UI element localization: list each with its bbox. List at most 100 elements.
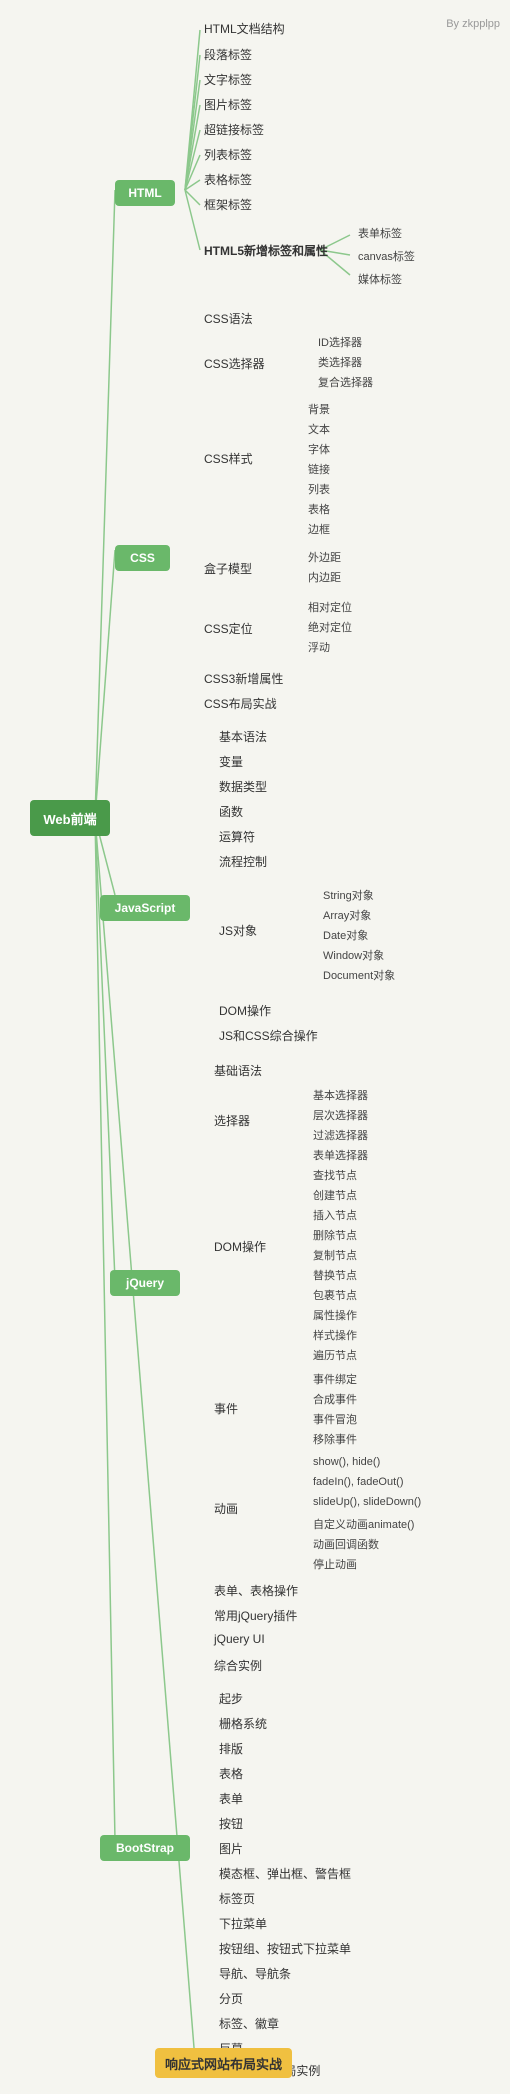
css-box-1: 内边距	[305, 568, 344, 586]
css-item-0: CSS语法	[200, 308, 257, 329]
jq-dom-3: 删除节点	[310, 1226, 360, 1244]
html-node: HTML	[115, 180, 175, 206]
css-pos-1: 绝对定位	[305, 618, 355, 636]
jq-anim-5: 停止动画	[310, 1555, 360, 1573]
css-sel-2: 复合选择器	[315, 373, 376, 391]
css-item-1: CSS选择器	[200, 353, 269, 374]
bs-item-6: 图片	[215, 1838, 247, 1859]
jq-sel-1: 层次选择器	[310, 1106, 371, 1124]
jq-dom-1: 创建节点	[310, 1186, 360, 1204]
html-sub-2: 媒体标签	[355, 270, 405, 288]
js-obj-1: Array对象	[320, 906, 374, 924]
bottom-node: 响应式网站布局实战	[155, 2048, 292, 2078]
jq-anim-3: 自定义动画animate()	[310, 1515, 417, 1533]
css-sel-0: ID选择器	[315, 333, 365, 351]
css-style-3: 链接	[305, 460, 333, 478]
css-item-5: CSS3新增属性	[200, 668, 287, 689]
css-style-5: 表格	[305, 500, 333, 518]
jq-anim-4: 动画回调函数	[310, 1535, 382, 1553]
bs-item-3: 表格	[215, 1763, 247, 1784]
jq-item-5: 表单、表格操作	[210, 1580, 302, 1601]
jq-item-7: jQuery UI	[210, 1630, 269, 1648]
html-item-5: 列表标签	[200, 144, 256, 165]
css-style-1: 文本	[305, 420, 333, 438]
html-item-0: HTML文档结构	[200, 18, 289, 39]
js-obj-4: Document对象	[320, 966, 398, 984]
js-item-2: 数据类型	[215, 776, 271, 797]
html-sub-1: canvas标签	[355, 247, 418, 265]
jq-evt-3: 移除事件	[310, 1430, 360, 1448]
jq-anim-0: show(), hide()	[310, 1455, 383, 1469]
jq-anim-2: slideUp(), slideDown()	[310, 1495, 424, 1509]
bs-item-8: 标签页	[215, 1888, 259, 1909]
css-node: CSS	[115, 545, 170, 571]
js-item-6: JS对象	[215, 920, 261, 941]
jq-dom-0: 查找节点	[310, 1166, 360, 1184]
html-item-7: 框架标签	[200, 194, 256, 215]
jq-item-2: DOM操作	[210, 1236, 270, 1257]
jq-item-8: 综合实例	[210, 1655, 266, 1676]
js-item-1: 变量	[215, 751, 247, 772]
css-pos-0: 相对定位	[305, 598, 355, 616]
bs-item-4: 表单	[215, 1788, 247, 1809]
js-node: JavaScript	[100, 895, 190, 921]
html-item-4: 超链接标签	[200, 119, 268, 140]
js-item-3: 函数	[215, 801, 247, 822]
css-box-0: 外边距	[305, 548, 344, 566]
jq-evt-0: 事件绑定	[310, 1370, 360, 1388]
jq-evt-2: 事件冒泡	[310, 1410, 360, 1428]
jq-dom-4: 复制节点	[310, 1246, 360, 1264]
jq-anim-1: fadeIn(), fadeOut()	[310, 1475, 407, 1489]
bs-item-2: 排版	[215, 1738, 247, 1759]
css-style-0: 背景	[305, 400, 333, 418]
jq-evt-1: 合成事件	[310, 1390, 360, 1408]
mind-map: Web前端 HTML HTML文档结构 段落标签 文字标签 图片标签 超链接标签…	[0, 0, 510, 40]
jq-item-3: 事件	[210, 1398, 242, 1419]
watermark: By zkpplpp	[446, 18, 500, 30]
bs-item-11: 导航、导航条	[215, 1963, 295, 1984]
js-item-8: JS和CSS综合操作	[215, 1025, 322, 1046]
css-item-2: CSS样式	[200, 448, 257, 469]
html-sub-0: 表单标签	[355, 224, 405, 242]
jq-dom-2: 插入节点	[310, 1206, 360, 1224]
bs-item-13: 标签、徽章	[215, 2013, 283, 2034]
jq-item-4: 动画	[210, 1498, 242, 1519]
css-item-6: CSS布局实战	[200, 693, 281, 714]
css-item-3: 盒子模型	[200, 558, 256, 579]
root-node: Web前端	[30, 800, 110, 836]
bs-item-1: 栅格系统	[215, 1713, 271, 1734]
css-item-4: CSS定位	[200, 618, 257, 639]
js-obj-3: Window对象	[320, 946, 387, 964]
html-item-8: HTML5新增标签和属性	[200, 240, 332, 261]
css-pos-2: 浮动	[305, 638, 333, 656]
jq-dom-5: 替换节点	[310, 1266, 360, 1284]
html-item-6: 表格标签	[200, 169, 256, 190]
bs-item-0: 起步	[215, 1688, 247, 1709]
jq-item-1: 选择器	[210, 1110, 254, 1131]
bs-item-9: 下拉菜单	[215, 1913, 271, 1934]
bs-item-7: 模态框、弹出框、警告框	[215, 1863, 355, 1884]
html-item-2: 文字标签	[200, 69, 256, 90]
js-item-7: DOM操作	[215, 1000, 275, 1021]
js-item-4: 运算符	[215, 826, 259, 847]
js-obj-2: Date对象	[320, 926, 371, 944]
bootstrap-node: BootStrap	[100, 1835, 190, 1861]
jq-dom-8: 样式操作	[310, 1326, 360, 1344]
jq-item-6: 常用jQuery插件	[210, 1605, 301, 1626]
css-sel-1: 类选择器	[315, 353, 365, 371]
jq-sel-2: 过滤选择器	[310, 1126, 371, 1144]
css-style-4: 列表	[305, 480, 333, 498]
jq-item-0: 基础语法	[210, 1060, 266, 1081]
bs-item-10: 按钮组、按钮式下拉菜单	[215, 1938, 355, 1959]
jq-dom-9: 遍历节点	[310, 1346, 360, 1364]
js-item-5: 流程控制	[215, 851, 271, 872]
bs-item-12: 分页	[215, 1988, 247, 2009]
js-item-0: 基本语法	[215, 726, 271, 747]
js-obj-0: String对象	[320, 886, 377, 904]
css-style-2: 字体	[305, 440, 333, 458]
jq-dom-6: 包裹节点	[310, 1286, 360, 1304]
jq-sel-0: 基本选择器	[310, 1086, 371, 1104]
jq-sel-3: 表单选择器	[310, 1146, 371, 1164]
jquery-node: jQuery	[110, 1270, 180, 1296]
html-item-3: 图片标签	[200, 94, 256, 115]
